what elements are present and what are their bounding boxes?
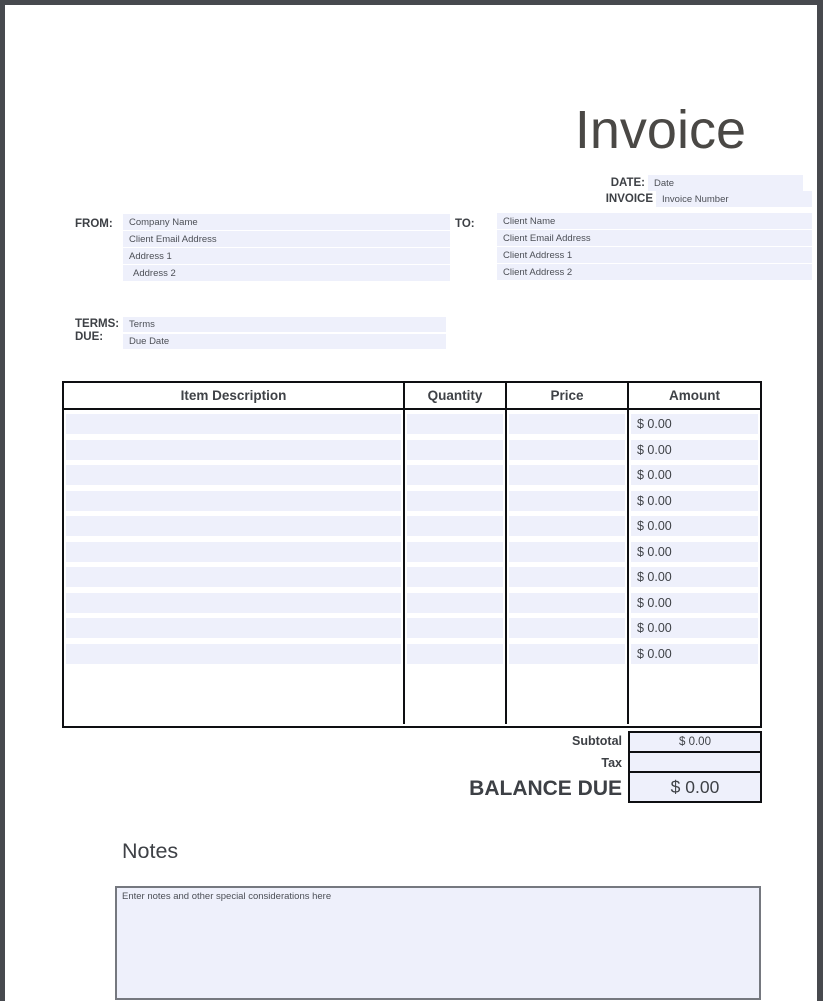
due-date-input[interactable] xyxy=(123,334,446,349)
item-description-input[interactable] xyxy=(66,542,401,562)
from-address1-input[interactable] xyxy=(123,248,450,264)
item-price-input[interactable] xyxy=(509,465,625,485)
item-price-input[interactable] xyxy=(509,567,625,587)
tax-label: Tax xyxy=(601,756,622,770)
items-table-body: $ 0.00 $ 0.00 $ 0.00 $ 0.00 $ 0.00 $ 0.00 $ 0.… xyxy=(64,410,760,724)
item-amount-value: $ 0.00 xyxy=(631,542,758,562)
item-quantity-input[interactable] xyxy=(407,567,503,587)
terms-input[interactable] xyxy=(123,317,446,332)
tax-value-field[interactable] xyxy=(628,751,762,773)
item-quantity-input[interactable] xyxy=(407,491,503,511)
item-price-input[interactable] xyxy=(509,414,625,434)
item-amount-value: $ 0.00 xyxy=(631,593,758,613)
item-description-input[interactable] xyxy=(66,414,401,434)
column-header-amount: Amount xyxy=(629,383,760,408)
item-description-input[interactable] xyxy=(66,618,401,638)
item-price-input[interactable] xyxy=(509,644,625,664)
item-quantity-input[interactable] xyxy=(407,440,503,460)
column-header-item-description: Item Description xyxy=(64,383,405,408)
subtotal-label: Subtotal xyxy=(572,734,622,748)
item-amount-value: $ 0.00 xyxy=(631,644,758,664)
item-amount-value: $ 0.00 xyxy=(631,516,758,536)
to-address2-input[interactable] xyxy=(497,264,812,280)
date-label: DATE: xyxy=(611,177,645,189)
item-amount-value: $ 0.00 xyxy=(631,618,758,638)
item-amount-value: $ 0.00 xyxy=(631,465,758,485)
to-email-input[interactable] xyxy=(497,230,812,246)
page-title: Invoice xyxy=(575,101,746,159)
to-client-name-input[interactable] xyxy=(497,213,812,229)
item-price-input[interactable] xyxy=(509,440,625,460)
item-price-input[interactable] xyxy=(509,618,625,638)
item-description-input[interactable] xyxy=(66,644,401,664)
from-email-input[interactable] xyxy=(123,231,450,247)
invoice-number-label: INVOICE xyxy=(606,193,653,205)
invoice-number-input[interactable] xyxy=(656,191,812,207)
column-header-quantity: Quantity xyxy=(405,383,507,408)
item-amount-value: $ 0.00 xyxy=(631,440,758,460)
item-price-input[interactable] xyxy=(509,593,625,613)
item-description-input[interactable] xyxy=(66,567,401,587)
invoice-page: Invoice DATE: INVOICE FROM: TO: TERMS: D… xyxy=(0,0,823,1006)
item-quantity-input[interactable] xyxy=(407,618,503,638)
item-description-column xyxy=(64,410,405,724)
subtotal-value: $ 0.00 xyxy=(628,731,762,753)
item-amount-value: $ 0.00 xyxy=(631,491,758,511)
items-table-header: Item Description Quantity Price Amount xyxy=(64,383,760,410)
item-quantity-input[interactable] xyxy=(407,644,503,664)
item-quantity-input[interactable] xyxy=(407,465,503,485)
to-address1-input[interactable] xyxy=(497,247,812,263)
items-table: Item Description Quantity Price Amount $… xyxy=(62,381,762,728)
from-company-name-input[interactable] xyxy=(123,214,450,230)
notes-textarea[interactable] xyxy=(115,886,761,1000)
from-label: FROM: xyxy=(75,218,113,230)
item-description-input[interactable] xyxy=(66,465,401,485)
column-header-price: Price xyxy=(507,383,629,408)
quantity-column xyxy=(405,410,507,724)
item-amount-value: $ 0.00 xyxy=(631,567,758,587)
item-quantity-input[interactable] xyxy=(407,516,503,536)
item-description-input[interactable] xyxy=(66,516,401,536)
date-input[interactable] xyxy=(648,175,803,191)
from-address2-input[interactable] xyxy=(123,265,450,281)
item-quantity-input[interactable] xyxy=(407,414,503,434)
item-price-input[interactable] xyxy=(509,491,625,511)
to-label: TO: xyxy=(455,218,475,230)
item-description-input[interactable] xyxy=(66,440,401,460)
item-description-input[interactable] xyxy=(66,491,401,511)
item-quantity-input[interactable] xyxy=(407,542,503,562)
balance-due-value: $ 0.00 xyxy=(628,771,762,803)
item-price-input[interactable] xyxy=(509,542,625,562)
item-price-input[interactable] xyxy=(509,516,625,536)
notes-heading: Notes xyxy=(122,839,178,864)
terms-label: TERMS: xyxy=(75,318,119,330)
balance-due-label: BALANCE DUE xyxy=(469,777,622,801)
due-label: DUE: xyxy=(75,331,103,343)
item-quantity-input[interactable] xyxy=(407,593,503,613)
price-column xyxy=(507,410,629,724)
amount-column: $ 0.00 $ 0.00 $ 0.00 $ 0.00 $ 0.00 $ 0.00 $ 0.… xyxy=(629,410,760,724)
item-description-input[interactable] xyxy=(66,593,401,613)
item-amount-value: $ 0.00 xyxy=(631,414,758,434)
